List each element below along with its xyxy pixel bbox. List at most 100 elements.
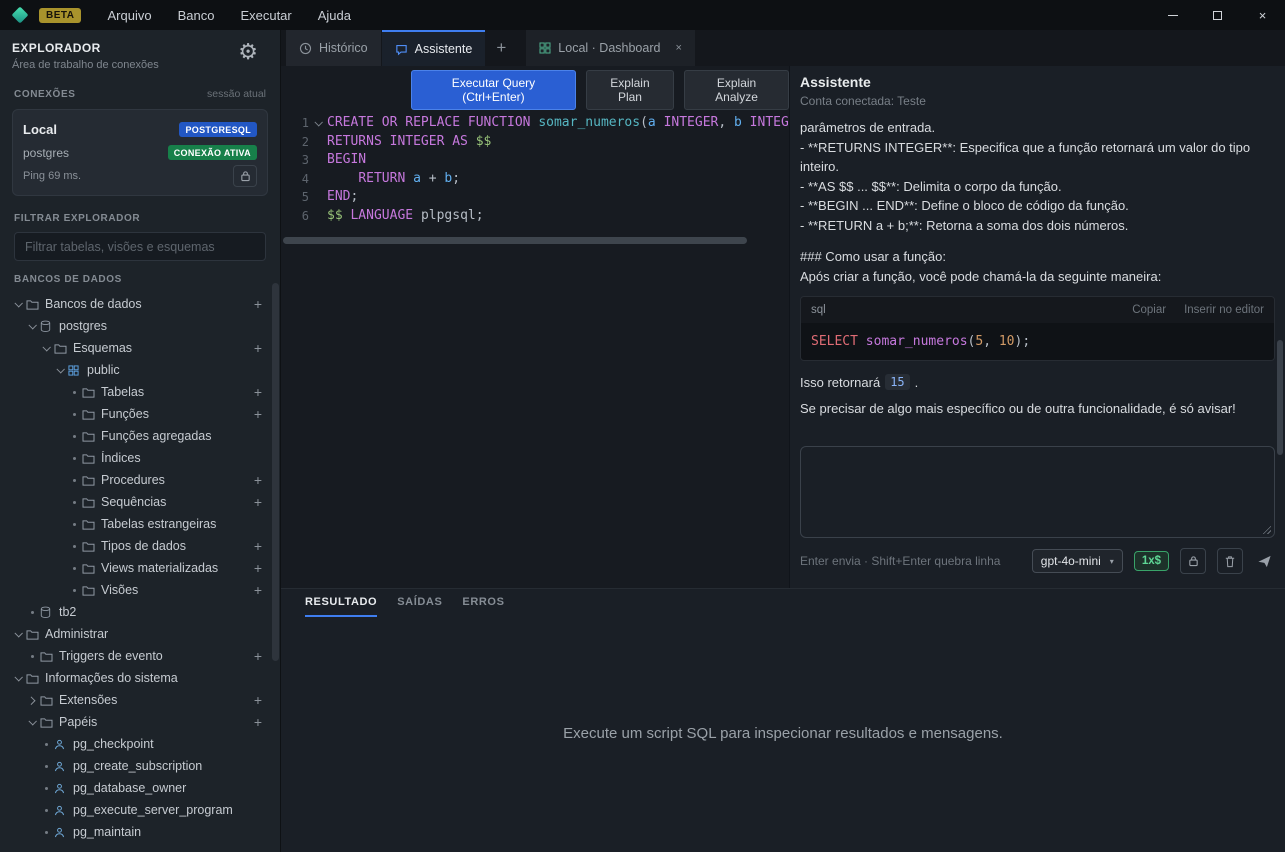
add-button[interactable]: + (250, 406, 266, 422)
add-button[interactable]: + (250, 296, 266, 312)
tree-item-administrar[interactable]: Administrar (0, 623, 280, 645)
add-button[interactable]: + (250, 648, 266, 664)
tree-item-pg-database-owner[interactable]: pg_database_owner (0, 777, 280, 799)
lock-icon (1188, 555, 1199, 567)
tree-item-tabelas-estrangeiras[interactable]: Tabelas estrangeiras (0, 513, 280, 535)
tree-item-extens-es[interactable]: Extensões+ (0, 689, 280, 711)
tree-item-label: Sequências (101, 495, 250, 509)
ping-label: Ping 69 ms. (23, 170, 81, 182)
connection-card[interactable]: Local POSTGRESQL postgres CONEXÃO ATIVA … (12, 109, 268, 196)
chevron-right-icon[interactable] (24, 697, 40, 703)
sql-editor[interactable]: 1CREATE OR REPLACE FUNCTION somar_numero… (281, 108, 789, 588)
chevron-down-icon[interactable] (10, 675, 26, 681)
tree-item-procedures[interactable]: Procedures+ (0, 469, 280, 491)
tree-item-label: postgres (59, 319, 266, 333)
code-line: 1CREATE OR REPLACE FUNCTION somar_numero… (285, 114, 789, 133)
close-tab-icon[interactable]: × (675, 42, 681, 54)
fold-gutter (309, 207, 327, 226)
gear-icon[interactable]: ⚙ (238, 41, 258, 63)
editor-h-scrollbar[interactable] (283, 237, 787, 244)
chat-input[interactable] (800, 446, 1275, 538)
sidebar-scrollbar[interactable] (272, 283, 279, 661)
chevron-down-icon[interactable] (24, 719, 40, 725)
chevron-down-icon[interactable] (10, 631, 26, 637)
tree-item-tipos-de-dados[interactable]: Tipos de dados+ (0, 535, 280, 557)
run-query-button[interactable]: Executar Query (Ctrl+Enter) (411, 70, 576, 110)
menu-ajuda[interactable]: Ajuda (318, 8, 351, 23)
tree-item-pg-checkpoint[interactable]: pg_checkpoint (0, 733, 280, 755)
composer-hint: Enter envia · Shift+Enter quebra linha (800, 554, 1000, 568)
scrollbar-thumb[interactable] (283, 237, 747, 244)
tree-item-pg-execute-server-program[interactable]: pg_execute_server_program (0, 799, 280, 821)
chevron-down-icon[interactable] (38, 345, 54, 351)
folder-icon (82, 585, 101, 596)
tree-item-views-materializadas[interactable]: Views materializadas+ (0, 557, 280, 579)
results-tab-erros[interactable]: ERROS (462, 589, 504, 617)
maximize-icon (1213, 11, 1222, 20)
tree-item-label: pg_create_subscription (73, 759, 266, 773)
explain-analyze-button[interactable]: Explain Analyze (684, 70, 789, 110)
connections-header: CONEXÕES (14, 89, 75, 100)
tree-item-informa-es-do-sistema[interactable]: Informações do sistema (0, 667, 280, 689)
lock-chat-button[interactable] (1180, 548, 1206, 574)
maximize-button[interactable] (1195, 0, 1240, 30)
history-clock-icon (299, 42, 312, 55)
tree-item-pg-create-subscription[interactable]: pg_create_subscription (0, 755, 280, 777)
tree-item-tb2[interactable]: tb2 (0, 601, 280, 623)
tree-item-ndices[interactable]: Índices (0, 447, 280, 469)
tree-item-postgres[interactable]: postgres (0, 315, 280, 337)
connection-name: Local (23, 122, 57, 137)
add-button[interactable]: + (250, 692, 266, 708)
tree-item-public[interactable]: public (0, 359, 280, 381)
results-tab-sa-das[interactable]: SAÍDAS (397, 589, 442, 617)
tree-item-esquemas[interactable]: Esquemas+ (0, 337, 280, 359)
tree-item-bancos-de-dados[interactable]: Bancos de dados+ (0, 293, 280, 315)
chevron-down-icon[interactable] (52, 367, 68, 373)
tree-item-tabelas[interactable]: Tabelas+ (0, 381, 280, 403)
menu-banco[interactable]: Banco (178, 8, 215, 23)
lock-connection-button[interactable] (233, 165, 257, 187)
explorer-tree: Bancos de dados+postgresEsquemas+publicT… (0, 293, 280, 843)
tree-item-vis-es[interactable]: Visões+ (0, 579, 280, 601)
tree-item-label: pg_execute_server_program (73, 803, 266, 817)
send-button[interactable] (1254, 551, 1275, 572)
tree-item-triggers-de-evento[interactable]: Triggers de evento+ (0, 645, 280, 667)
add-button[interactable]: + (250, 494, 266, 510)
tab-historico[interactable]: Histórico (286, 30, 381, 66)
user-icon (54, 827, 73, 838)
add-button[interactable]: + (250, 538, 266, 554)
tab-assistente[interactable]: Assistente (382, 30, 486, 66)
model-select[interactable]: gpt-4o-mini ▾ (1032, 549, 1123, 573)
new-tab-button[interactable]: + (486, 30, 516, 66)
main-area: Histórico Assistente + Local · Dashboard… (281, 30, 1285, 852)
add-button[interactable]: + (250, 560, 266, 576)
results-tab-resultado[interactable]: RESULTADO (305, 589, 377, 617)
add-button[interactable]: + (250, 582, 266, 598)
credit-badge[interactable]: 1x$ (1134, 551, 1169, 571)
delete-chat-button[interactable] (1217, 548, 1243, 574)
add-button[interactable]: + (250, 340, 266, 356)
tree-item-pg-maintain[interactable]: pg_maintain (0, 821, 280, 843)
chevron-down-icon[interactable] (10, 301, 26, 307)
add-button[interactable]: + (250, 714, 266, 730)
insert-code-button[interactable]: Inserir no editor (1184, 304, 1264, 316)
menu-arquivo[interactable]: Arquivo (107, 8, 151, 23)
app-logo-icon (12, 7, 29, 24)
tree-item-fun-es[interactable]: Funções+ (0, 403, 280, 425)
add-button[interactable]: + (250, 384, 266, 400)
minimize-button[interactable] (1150, 0, 1195, 30)
explain-plan-button[interactable]: Explain Plan (586, 70, 674, 110)
tab-dashboard[interactable]: Local · Dashboard × (526, 30, 695, 66)
assistant-scrollbar[interactable] (1277, 340, 1283, 455)
chevron-down-icon[interactable] (24, 323, 40, 329)
add-button[interactable]: + (250, 472, 266, 488)
tree-item-fun-es-agregadas[interactable]: Funções agregadas (0, 425, 280, 447)
tree-item-pap-is[interactable]: Papéis+ (0, 711, 280, 733)
tree-item-sequ-ncias[interactable]: Sequências+ (0, 491, 280, 513)
fold-chevron-icon[interactable] (309, 114, 327, 133)
close-button[interactable]: × (1240, 0, 1285, 30)
filter-input[interactable] (14, 232, 266, 261)
menu-executar[interactable]: Executar (240, 8, 291, 23)
copy-code-button[interactable]: Copiar (1132, 304, 1166, 316)
tree-item-label: pg_maintain (73, 825, 266, 839)
